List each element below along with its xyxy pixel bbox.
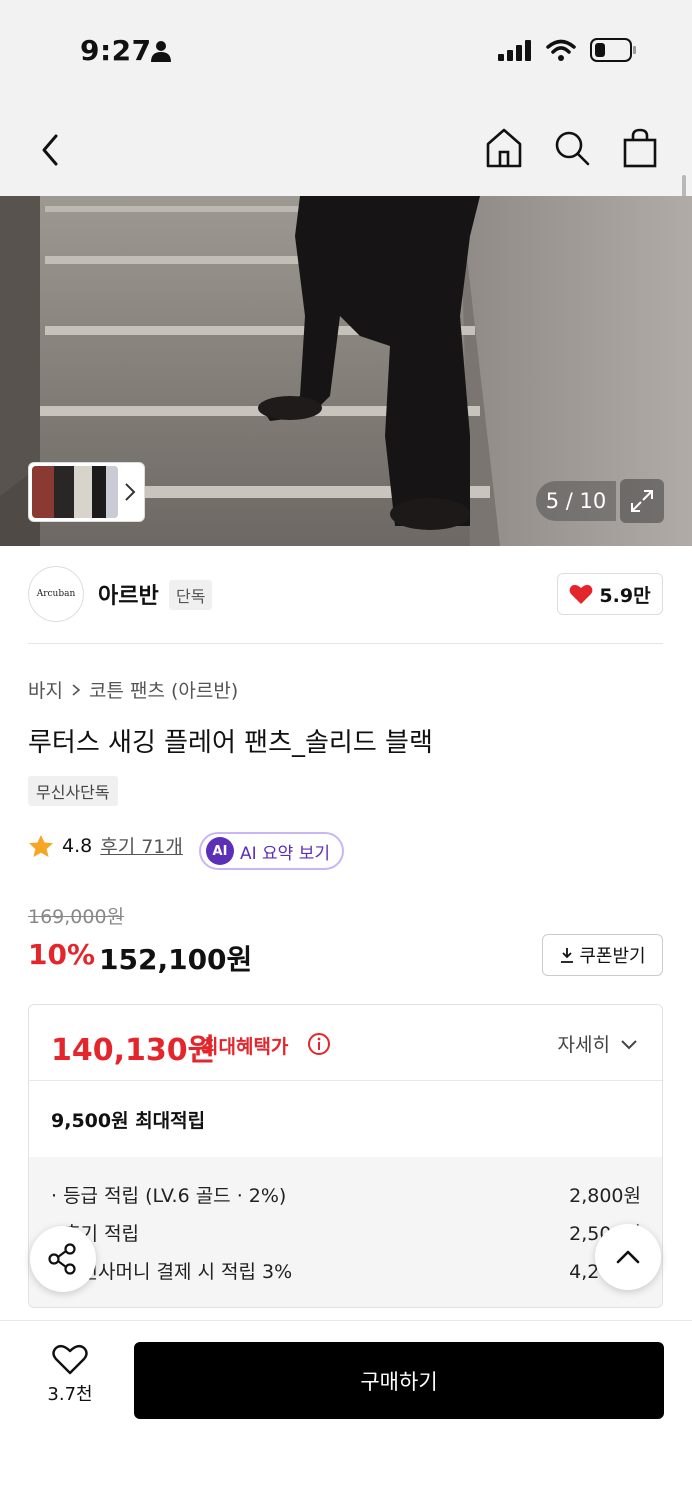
back-icon[interactable] [36, 130, 66, 170]
benefit-box: 140,130원 최대혜택가 자세히 9,500원 최대적립 · 등급 적립 (… [28, 1004, 663, 1308]
points-row: · 등급 적립 (LV.6 골드 · 2%) 2,800원 [51, 1181, 641, 1208]
max-benefit-label: 최대혜택가 [201, 1036, 289, 1058]
points-list: · 등급 적립 (LV.6 골드 · 2%) 2,800원 · 후기 적립 2,… [29, 1157, 662, 1307]
wishlist-button[interactable]: 3.7천 [40, 1344, 100, 1406]
rating-value: 4.8 [62, 834, 93, 857]
top-nav [0, 100, 692, 196]
heart-filled-icon [570, 584, 593, 604]
exclusive-badge: 단독 [169, 580, 213, 610]
brand-logo[interactable]: Arcuban [28, 566, 84, 622]
wifi-icon [546, 39, 576, 61]
expand-icon [631, 490, 653, 512]
share-icon [48, 1243, 76, 1275]
person-icon [151, 41, 171, 62]
coupon-label: 쿠폰받기 [579, 946, 646, 967]
status-bar: 9:27 [0, 0, 692, 100]
exclusive-tag: 무신사단독 [28, 776, 118, 806]
chevron-down-icon [621, 1039, 637, 1049]
chevron-right-icon[interactable] [124, 481, 136, 503]
ai-summary-label: AI 요약 보기 [240, 843, 331, 864]
status-time: 9:27 [80, 34, 152, 67]
benefit-header: 140,130원 최대혜택가 자세히 [29, 1005, 662, 1081]
rating-row: 4.8 후기 71개 [28, 832, 183, 859]
info-icon[interactable] [307, 1032, 331, 1056]
divider [28, 643, 663, 644]
points-total: 9,500원 최대적립 [51, 1110, 206, 1132]
benefit-detail-label: 자세히 [557, 1034, 610, 1056]
shopping-bag-icon[interactable] [620, 126, 660, 170]
coupon-button[interactable]: 쿠폰받기 [542, 934, 663, 976]
breadcrumb-category[interactable]: 바지 [28, 676, 63, 703]
expand-button[interactable] [620, 479, 664, 523]
breadcrumb: 바지 코튼 팬츠 (아르반) [28, 676, 238, 703]
chevron-up-icon [616, 1250, 640, 1264]
image-counter: 5 / 10 [536, 481, 616, 521]
points-value: 2,800원 [569, 1185, 641, 1207]
thumbnail-image[interactable] [32, 466, 118, 518]
benefit-detail-button[interactable]: 자세히 [558, 1030, 638, 1057]
thumbnail-strip[interactable] [28, 462, 145, 522]
buy-button[interactable]: 구매하기 [134, 1342, 664, 1419]
ai-summary-button[interactable]: AI AI 요약 보기 [199, 832, 344, 870]
ai-badge-icon: AI [206, 837, 234, 865]
sale-price: 152,100원 [99, 943, 253, 976]
chevron-right-icon [72, 683, 81, 696]
brand-name[interactable]: 아르반 [98, 578, 159, 610]
battery-icon [590, 38, 636, 62]
signal-icon [498, 40, 531, 61]
share-button[interactable] [30, 1226, 96, 1292]
points-row: · 후기 적립 2,500원 [51, 1219, 641, 1246]
points-row: · 무신사머니 결제 시 적립 3% 4,200원 [51, 1257, 641, 1284]
discount-rate: 10% [28, 938, 96, 971]
max-benefit-price: 140,130원 [51, 1033, 216, 1068]
scroll-top-button[interactable] [595, 1224, 661, 1290]
points-label: · 등급 적립 (LV.6 골드 · 2%) [51, 1185, 287, 1207]
breadcrumb-subcategory[interactable]: 코튼 팬츠 (아르반) [89, 676, 238, 703]
original-price: 169,000원 [28, 906, 125, 928]
status-indicators [498, 38, 636, 62]
product-title: 루터스 새깅 플레어 팬츠_솔리드 블랙 [28, 728, 433, 758]
brand-like-count: 5.9만 [599, 584, 651, 607]
star-icon [29, 834, 53, 857]
brand-like-button[interactable]: 5.9만 [557, 573, 663, 615]
search-icon[interactable] [552, 126, 592, 170]
heart-icon [52, 1344, 88, 1375]
home-icon[interactable] [484, 126, 524, 170]
wishlist-count: 3.7천 [47, 1384, 93, 1405]
download-icon [561, 948, 574, 963]
reviews-link[interactable]: 후기 71개 [100, 832, 183, 859]
